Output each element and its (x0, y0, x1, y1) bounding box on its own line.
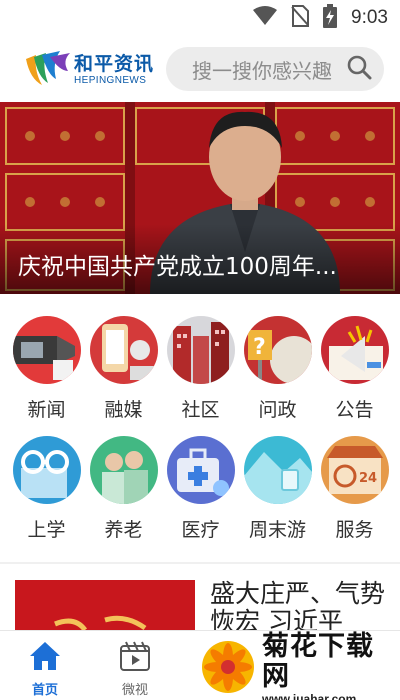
tab-video[interactable]: 微视 (90, 631, 180, 700)
flower-logo-icon (200, 639, 256, 699)
search-placeholder: 搜一搜你感兴趣 (192, 58, 332, 83)
announcement-icon (320, 316, 389, 384)
news-thumbnail (15, 580, 195, 636)
category-label: 社区 (181, 399, 220, 421)
category-label: 融媒 (104, 399, 143, 421)
media-icon (89, 316, 158, 384)
category-medical[interactable]: 医疗 (162, 436, 239, 542)
medical-icon (166, 436, 235, 504)
category-label: 周末游 (248, 519, 306, 541)
video-icon (118, 639, 152, 677)
category-school[interactable]: 上学 (8, 436, 85, 542)
category-inquiry[interactable]: ? 问政 (239, 316, 316, 422)
logo-mark-icon (20, 49, 72, 89)
category-elderly-care[interactable]: 养老 (85, 436, 162, 542)
category-weekend-travel[interactable]: 周末游 (239, 436, 316, 542)
category-community[interactable]: 社区 (162, 316, 239, 422)
logo-subtitle: HEPINGNEWS (74, 74, 147, 86)
search-icon[interactable] (346, 54, 372, 84)
section-divider (0, 562, 400, 564)
tab-home[interactable]: 首页 (0, 631, 90, 700)
category-grid: 新闻 融媒 社区 ? 问政 公告 上学 养老 医疗 周末游 24 服务 (0, 294, 400, 542)
school-icon (12, 436, 81, 504)
news-headline: 盛大庄严、气势恢宏 习近平 (210, 579, 386, 636)
news-list-item[interactable]: 盛大庄严、气势恢宏 习近平 (0, 566, 400, 636)
app-logo[interactable]: 和平资讯 HEPINGNEWS (20, 49, 165, 89)
clock: 9:03 (351, 7, 388, 28)
category-media[interactable]: 融媒 (85, 316, 162, 422)
wifi-icon (253, 6, 278, 30)
logo-title: 和平资讯 (74, 52, 155, 75)
svg-text:24: 24 (359, 471, 377, 486)
elderly-care-icon (89, 436, 158, 504)
hero-banner[interactable]: 庆祝中国共产党成立100周年... (0, 102, 400, 294)
category-service[interactable]: 24 服务 (316, 436, 393, 542)
tab-label: 微视 (121, 683, 148, 698)
category-label: 上学 (27, 519, 66, 541)
no-sim-icon (291, 5, 310, 31)
status-bar: 9:03 (0, 0, 400, 36)
category-label: 服务 (335, 519, 374, 541)
search-input[interactable]: 搜一搜你感兴趣 (166, 47, 384, 91)
community-icon (166, 316, 235, 384)
category-label: 问政 (258, 399, 297, 421)
tab-label: 首页 (31, 683, 58, 698)
weekend-travel-icon (243, 436, 312, 504)
category-announcement[interactable]: 公告 (316, 316, 393, 422)
category-label: 养老 (104, 519, 143, 541)
site-watermark: 菊花下载网 www.juahar.com (200, 632, 400, 700)
news-icon (12, 316, 81, 384)
category-label: 公告 (335, 399, 374, 421)
inquiry-icon: ? (243, 316, 312, 384)
watermark-url: www.juahar.com (262, 692, 357, 700)
watermark-title: 菊花下载网 (262, 631, 374, 692)
app-screen: 9:03 和平资讯 HEPINGNEWS 搜一搜你感兴趣 庆祝中国共产党成立10… (0, 0, 400, 700)
category-label: 新闻 (27, 399, 66, 421)
home-icon (28, 639, 62, 677)
service-icon: 24 (320, 436, 389, 504)
category-label: 医疗 (181, 519, 220, 541)
svg-text:?: ? (253, 335, 266, 360)
category-news[interactable]: 新闻 (8, 316, 85, 422)
battery-charging-icon (323, 4, 338, 32)
app-header: 和平资讯 HEPINGNEWS 搜一搜你感兴趣 (0, 36, 400, 102)
banner-title: 庆祝中国共产党成立100周年... (18, 254, 337, 280)
